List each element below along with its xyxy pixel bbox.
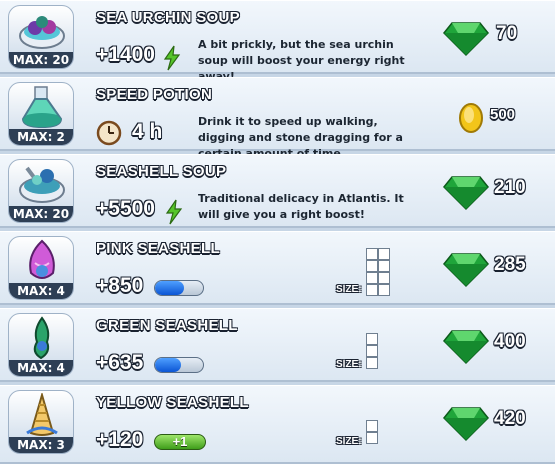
size-grid-cell <box>366 333 378 345</box>
item-thumbnail: MAX: 4 <box>8 313 74 377</box>
seashell-soup-icon <box>19 166 65 203</box>
size-grid <box>366 248 390 296</box>
item-thumbnail: MAX: 4 <box>8 236 74 300</box>
item-price: 285 <box>494 254 526 275</box>
size-grid-cell <box>378 248 390 260</box>
size-grid-cell <box>366 345 378 357</box>
shop-item-speed-potion[interactable]: MAX: 2 SPEED POTION 4 h Drink it to spee… <box>0 77 555 160</box>
yellow-seashell-icon <box>26 393 58 436</box>
item-thumbnail: MAX: 20 <box>8 5 74 69</box>
gem-icon <box>442 407 490 442</box>
item-price: 420 <box>494 408 526 429</box>
max-label: MAX: 20 <box>9 52 73 68</box>
shop-list: MAX: 20 SEA URCHIN SOUP +1400 A bit pric… <box>0 0 555 464</box>
green-seashell-icon <box>33 316 50 360</box>
size-grid <box>366 420 378 444</box>
gem-icon <box>442 176 490 211</box>
item-name: PINK SEASHELL <box>96 240 220 257</box>
item-price: 500 <box>490 106 516 123</box>
item-value: +635 <box>96 351 144 374</box>
gem-icon <box>442 22 490 57</box>
shop-item-sea-urchin-soup[interactable]: MAX: 20 SEA URCHIN SOUP +1400 A bit pric… <box>0 0 555 83</box>
size-grid-cell <box>366 248 378 260</box>
item-value: +850 <box>96 274 144 297</box>
size-grid-cell <box>366 284 378 296</box>
clock-icon <box>96 120 122 146</box>
size-grid-cell <box>366 357 378 369</box>
energy-bar-fill <box>155 358 182 372</box>
size-grid-cell <box>378 260 390 272</box>
size-grid-cell <box>366 260 378 272</box>
energy-bar <box>154 280 204 296</box>
shop-item-green-seashell[interactable]: MAX: 4 GREEN SEASHELL +635 SIZE: 400 <box>0 308 555 382</box>
shop-item-pink-seashell[interactable]: MAX: 4 PINK SEASHELL +850 SIZE: 285 <box>0 231 555 305</box>
shop-item-yellow-seashell[interactable]: MAX: 3 YELLOW SEASHELL +120 +1 SIZE: 420 <box>0 385 555 464</box>
item-name: SEA URCHIN SOUP <box>96 9 240 26</box>
item-value: 4 h <box>132 120 163 143</box>
energy-bar-fill <box>155 281 184 295</box>
pink-seashell-icon <box>29 239 55 279</box>
max-label: MAX: 4 <box>9 283 73 299</box>
shop-item-seashell-soup[interactable]: MAX: 20 SEASHELL SOUP +5500 Traditional … <box>0 154 555 228</box>
size-grid-cell <box>366 432 378 444</box>
max-label: MAX: 4 <box>9 360 73 376</box>
max-label: MAX: 20 <box>9 206 73 222</box>
energy-bolt-icon <box>165 199 183 225</box>
max-label: MAX: 2 <box>9 129 73 145</box>
item-thumbnail: MAX: 2 <box>8 82 74 146</box>
size-label: SIZE: <box>336 436 362 447</box>
size-grid-cell <box>378 272 390 284</box>
energy-bolt-icon <box>163 45 181 71</box>
item-description: Traditional delicacy in Atlantis. It wil… <box>198 192 404 221</box>
size-label: SIZE: <box>336 359 362 370</box>
size-grid-cell <box>366 272 378 284</box>
item-thumbnail: MAX: 3 <box>8 390 74 454</box>
coin-icon <box>459 103 483 133</box>
size-label: SIZE: <box>336 284 362 295</box>
size-grid <box>366 333 378 369</box>
gem-icon <box>442 253 490 288</box>
speed-potion-icon <box>21 86 63 129</box>
item-name: GREEN SEASHELL <box>96 317 238 334</box>
item-thumbnail: MAX: 20 <box>8 159 74 223</box>
max-label: MAX: 3 <box>9 437 73 453</box>
size-grid-cell <box>378 284 390 296</box>
item-name: YELLOW SEASHELL <box>96 394 249 411</box>
energy-bar <box>154 357 204 373</box>
size-grid-cell <box>366 420 378 432</box>
item-name: SPEED POTION <box>96 86 213 103</box>
gem-icon <box>442 330 490 365</box>
item-value: +1400 <box>96 43 155 66</box>
item-value: +120 <box>96 428 144 451</box>
item-name: SEASHELL SOUP <box>96 163 227 180</box>
item-price: 70 <box>496 23 518 44</box>
item-price: 400 <box>494 331 526 352</box>
item-price: 210 <box>494 177 526 198</box>
bonus-badge: +1 <box>154 434 206 450</box>
sea-urchin-soup-icon <box>19 16 65 49</box>
item-value: +5500 <box>96 197 155 220</box>
